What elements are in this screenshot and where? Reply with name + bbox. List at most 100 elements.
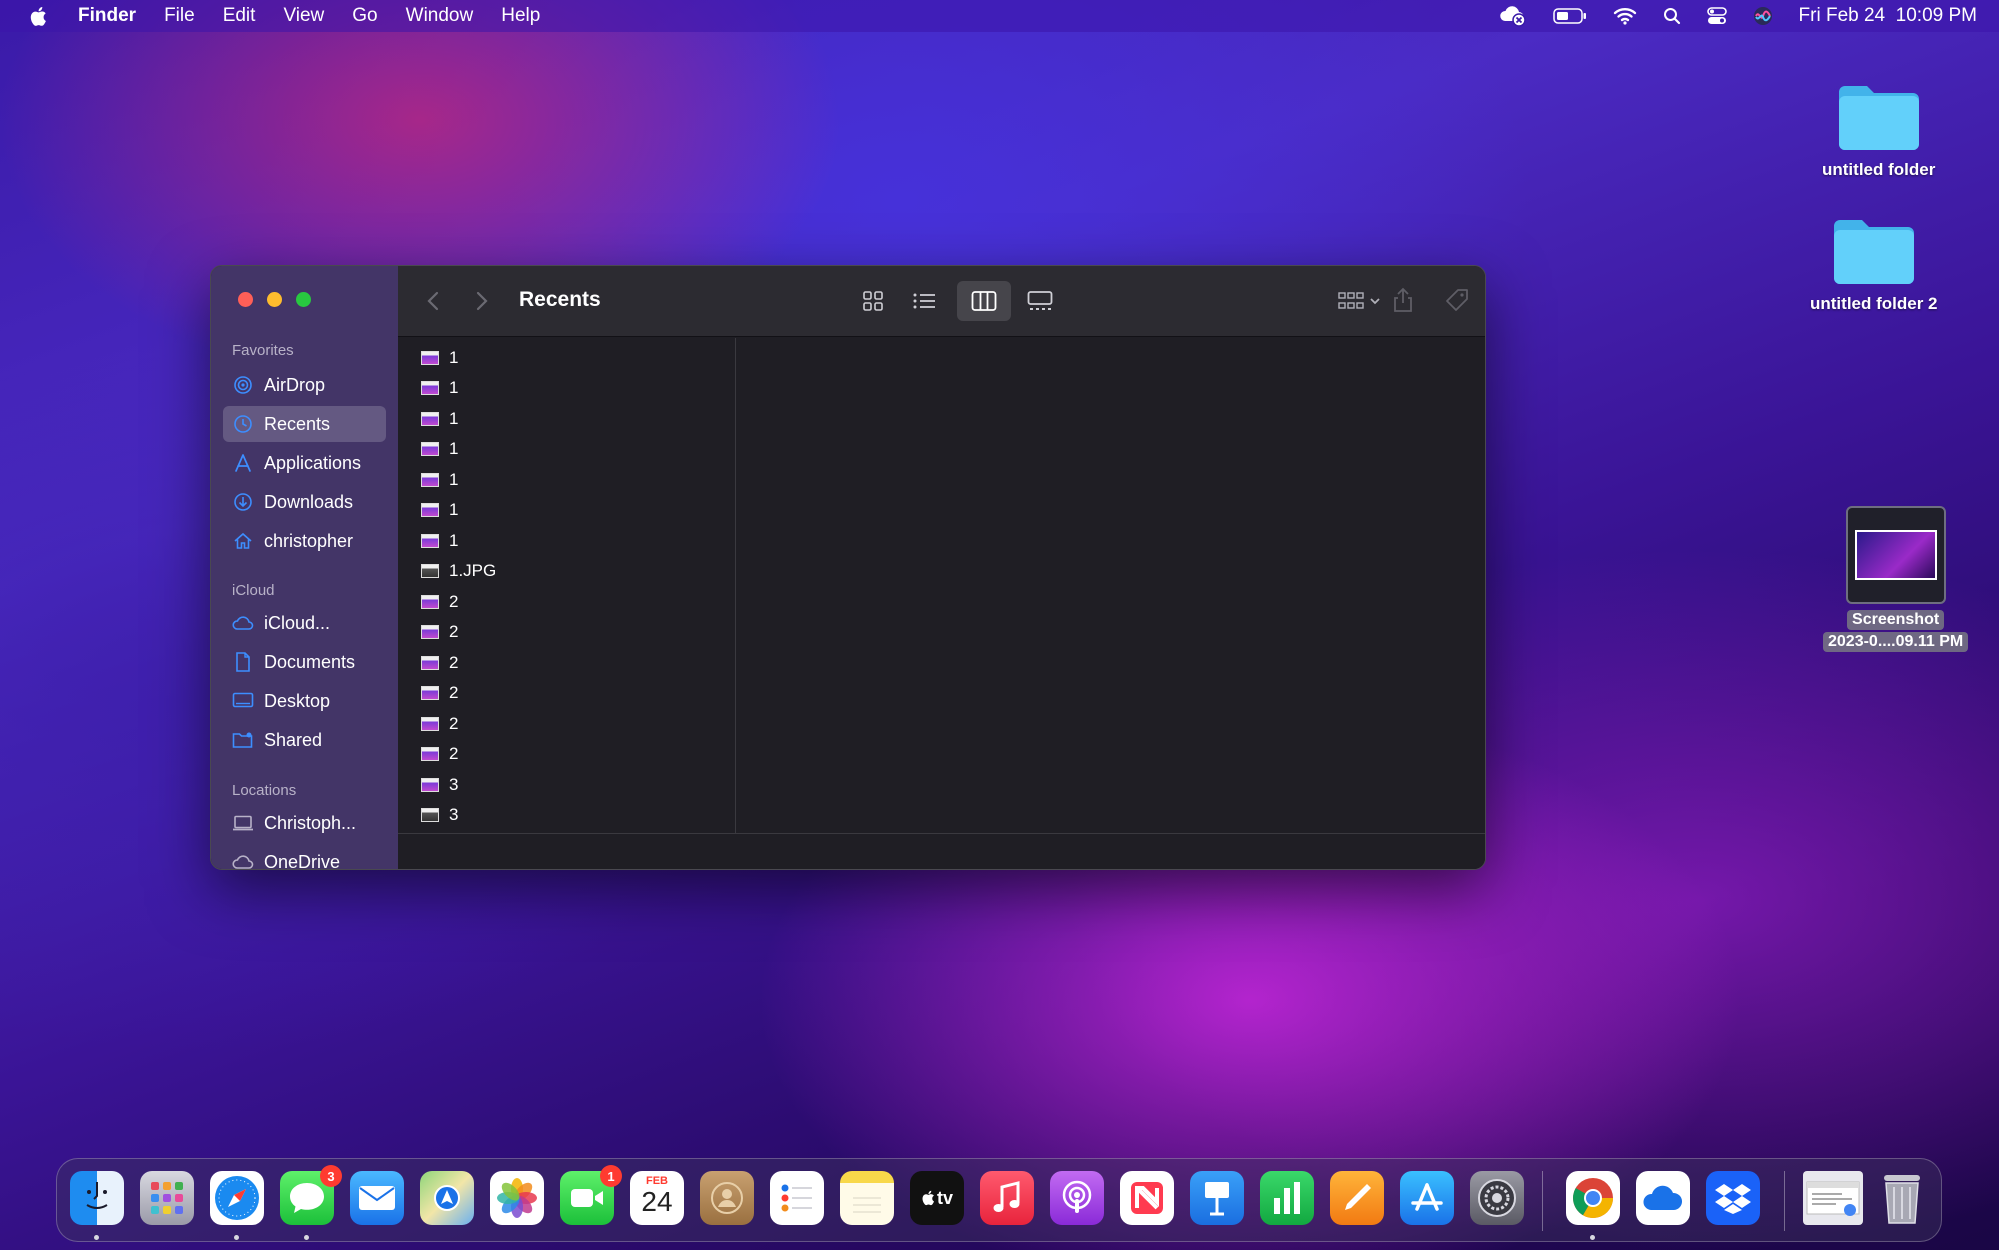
battery-icon[interactable] bbox=[1552, 8, 1587, 24]
file-name: 2 bbox=[449, 714, 459, 733]
dock-pages[interactable] bbox=[1330, 1171, 1384, 1225]
menu-help[interactable]: Help bbox=[501, 5, 540, 27]
dock-music[interactable] bbox=[980, 1171, 1034, 1225]
menu-view[interactable]: View bbox=[283, 5, 324, 27]
desktop-folder-label: untitled folder bbox=[1822, 160, 1936, 179]
image-file-icon bbox=[421, 473, 439, 487]
dock-app-store[interactable] bbox=[1400, 1171, 1454, 1225]
sidebar-item-computer[interactable]: Christoph... bbox=[223, 805, 386, 841]
file-item[interactable]: 2 bbox=[421, 681, 458, 705]
menu-window[interactable]: Window bbox=[406, 5, 474, 27]
share-button[interactable] bbox=[1388, 282, 1418, 318]
music-note-icon bbox=[993, 1181, 1020, 1212]
file-name: 1 bbox=[449, 531, 459, 550]
file-item[interactable]: 2 bbox=[421, 651, 458, 675]
chrome-icon bbox=[1573, 1178, 1613, 1218]
dock-tv[interactable]: tv bbox=[910, 1171, 964, 1225]
control-center-icon[interactable] bbox=[1706, 7, 1727, 25]
file-item[interactable]: 2 bbox=[421, 590, 458, 614]
gallery-view-button[interactable] bbox=[1022, 284, 1058, 318]
file-item[interactable]: 1 bbox=[421, 437, 458, 461]
sidebar-item-documents[interactable]: Documents bbox=[223, 644, 386, 680]
dock-maps[interactable] bbox=[420, 1171, 474, 1225]
dock-finder[interactable] bbox=[70, 1171, 124, 1225]
file-item[interactable]: 2 bbox=[421, 712, 458, 736]
dock-safari[interactable] bbox=[210, 1171, 264, 1225]
sidebar-item-onedrive[interactable]: OneDrive bbox=[223, 844, 386, 869]
menu-edit[interactable]: Edit bbox=[223, 5, 256, 27]
sidebar-item-applications[interactable]: Applications bbox=[223, 445, 386, 481]
forward-button[interactable] bbox=[471, 288, 493, 314]
notification-badge: 3 bbox=[320, 1165, 342, 1187]
back-button[interactable] bbox=[422, 288, 444, 314]
file-item[interactable]: 1.JPG bbox=[421, 559, 496, 583]
dock-onedrive[interactable] bbox=[1636, 1171, 1690, 1225]
close-button[interactable] bbox=[238, 292, 253, 307]
desktop-folder[interactable]: untitled folder bbox=[1822, 80, 1935, 180]
siri-icon[interactable] bbox=[1753, 6, 1773, 26]
dock-facetime[interactable]: 1 bbox=[560, 1165, 622, 1225]
icon-view-button[interactable] bbox=[855, 284, 891, 318]
minimize-button[interactable] bbox=[267, 292, 282, 307]
dock-launchpad[interactable] bbox=[140, 1171, 194, 1225]
menu-app-name[interactable]: Finder bbox=[78, 5, 136, 27]
tag-button[interactable] bbox=[1442, 282, 1472, 318]
dock-calendar[interactable]: FEB 24 bbox=[630, 1171, 684, 1225]
notes-icon bbox=[853, 1197, 881, 1213]
zoom-button[interactable] bbox=[296, 292, 311, 307]
dock-podcasts[interactable] bbox=[1050, 1171, 1104, 1225]
sidebar-item-airdrop[interactable]: AirDrop bbox=[223, 367, 386, 403]
dock-numbers[interactable] bbox=[1260, 1171, 1314, 1225]
dock-trash[interactable] bbox=[1875, 1171, 1929, 1225]
column-view-button[interactable] bbox=[957, 281, 1011, 321]
file-item[interactable]: 2 bbox=[421, 742, 458, 766]
file-item[interactable]: 1 bbox=[421, 498, 458, 522]
sidebar-item-home[interactable]: christopher bbox=[223, 523, 386, 559]
dock-dropbox[interactable] bbox=[1706, 1171, 1760, 1225]
image-file-icon bbox=[421, 656, 439, 670]
image-file-icon bbox=[421, 625, 439, 639]
dock-reminders[interactable] bbox=[770, 1171, 824, 1225]
menu-clock[interactable]: Fri Feb 24 10:09 PM bbox=[1799, 5, 1977, 27]
wifi-icon[interactable] bbox=[1613, 7, 1637, 25]
image-file-icon bbox=[421, 747, 439, 761]
file-item[interactable]: 3 bbox=[421, 773, 458, 797]
file-item[interactable]: 3 bbox=[421, 803, 458, 827]
window-controls bbox=[238, 292, 311, 307]
file-item[interactable]: 1 bbox=[421, 376, 458, 400]
sidebar-item-downloads[interactable]: Downloads bbox=[223, 484, 386, 520]
menu-go[interactable]: Go bbox=[352, 5, 377, 27]
file-item[interactable]: 1 bbox=[421, 346, 458, 370]
dock-system-preferences[interactable] bbox=[1470, 1171, 1524, 1225]
icloud-error-icon[interactable] bbox=[1499, 5, 1527, 27]
group-button[interactable] bbox=[1332, 284, 1386, 318]
dock-mail[interactable] bbox=[350, 1171, 404, 1225]
gallery-icon bbox=[1027, 291, 1053, 310]
sidebar-item-icloud-drive[interactable]: iCloud... bbox=[223, 605, 386, 641]
sidebar-item-desktop[interactable]: Desktop bbox=[223, 683, 386, 719]
dock-minimized-window[interactable] bbox=[1803, 1171, 1863, 1225]
tag-icon bbox=[1446, 289, 1468, 311]
list-view-button[interactable] bbox=[906, 284, 942, 318]
sidebar-item-shared[interactable]: Shared bbox=[223, 722, 386, 758]
apple-menu-icon[interactable] bbox=[22, 6, 54, 27]
sidebar-item-label: iCloud... bbox=[264, 612, 331, 633]
file-item[interactable]: 1 bbox=[421, 529, 458, 553]
desktop-screenshot[interactable]: Screenshot 2023-0....09.11 PM bbox=[1823, 506, 1969, 652]
file-item[interactable]: 1 bbox=[421, 468, 458, 492]
image-file-icon bbox=[421, 595, 439, 609]
dock-news[interactable] bbox=[1120, 1171, 1174, 1225]
dock-photos[interactable] bbox=[490, 1171, 544, 1225]
dock-contacts[interactable] bbox=[700, 1171, 754, 1225]
dock-messages[interactable]: 3 bbox=[280, 1165, 342, 1225]
dock-keynote[interactable] bbox=[1190, 1171, 1244, 1225]
file-item[interactable]: 1 bbox=[421, 407, 458, 431]
dock: 3 1 FEB 24 tv bbox=[56, 1158, 1942, 1242]
file-item[interactable]: 2 bbox=[421, 620, 458, 644]
menu-file[interactable]: File bbox=[164, 5, 195, 27]
spotlight-search-icon[interactable] bbox=[1663, 7, 1681, 25]
dock-notes[interactable] bbox=[840, 1171, 894, 1225]
desktop-folder[interactable]: untitled folder 2 bbox=[1810, 214, 1938, 314]
dock-chrome[interactable] bbox=[1566, 1171, 1620, 1225]
sidebar-item-recents[interactable]: Recents bbox=[223, 406, 386, 442]
